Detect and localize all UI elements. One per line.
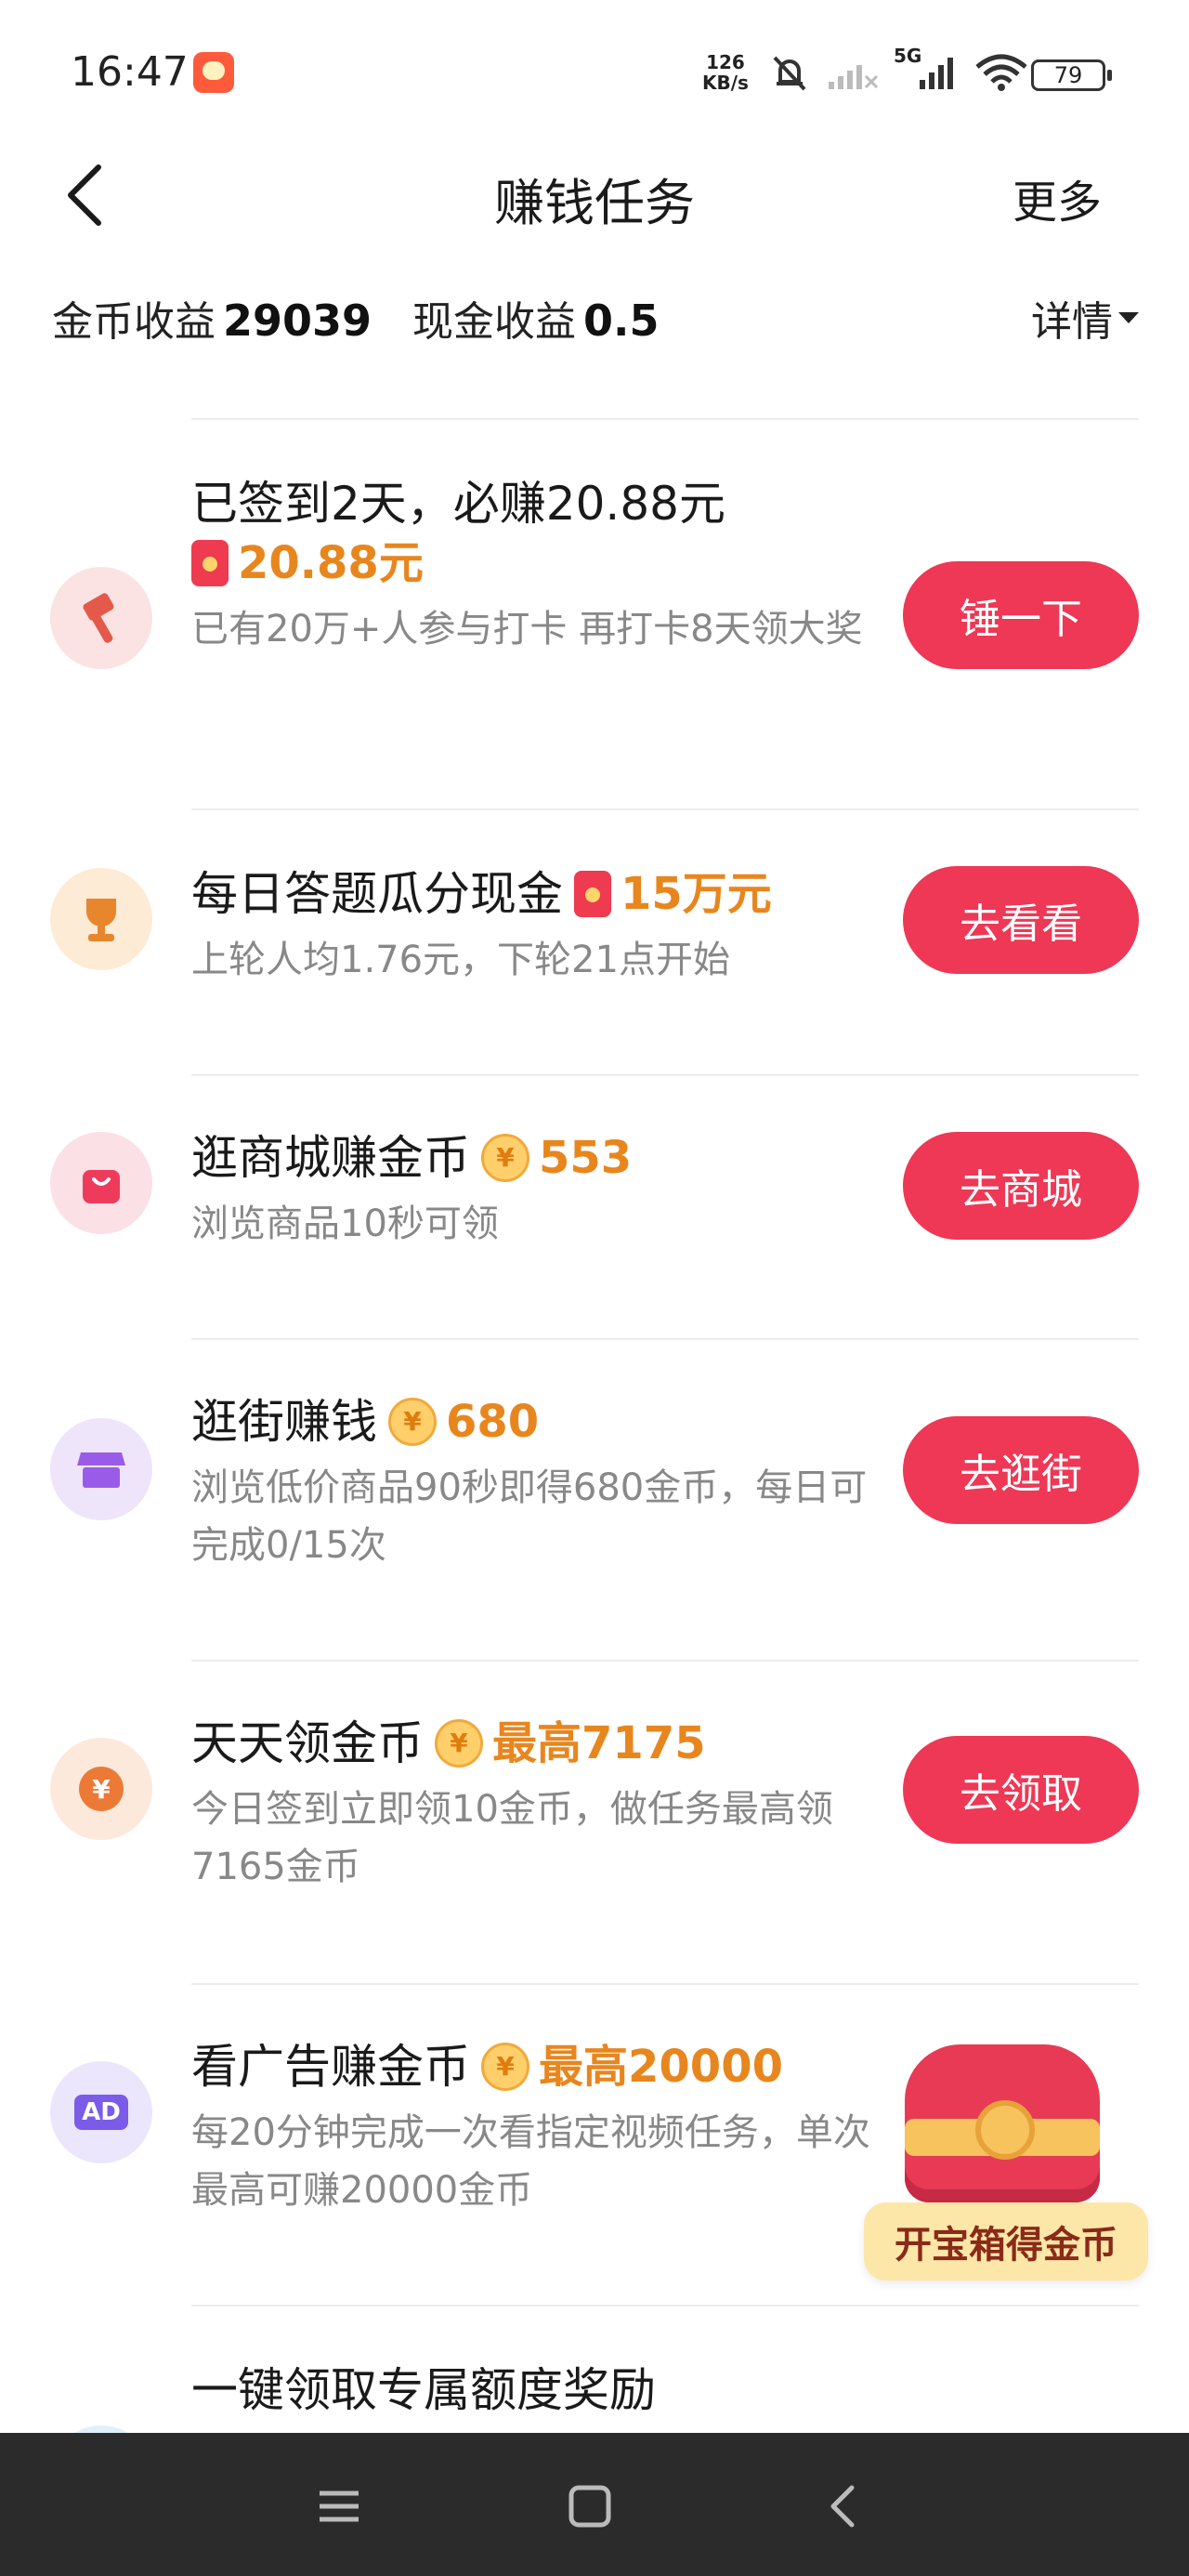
task-reward: 20.88元 (191, 533, 424, 593)
caret-down-icon (1118, 312, 1139, 323)
network-speed: 126 KB/s (702, 52, 749, 93)
divider (191, 808, 1139, 810)
system-nav-bar (0, 2433, 1189, 2576)
task-title: 逛街赚钱 (191, 1395, 377, 1449)
signal-sim2-icon: 5G (894, 45, 959, 93)
app-notification-icon (193, 52, 234, 93)
task-title: 天天领金币 (191, 1716, 424, 1770)
status-time: 16:47 (71, 48, 189, 96)
ad-icon-label: AD (74, 2095, 128, 2130)
svg-text:¥: ¥ (92, 1774, 111, 1805)
square-home-icon (568, 2485, 611, 2528)
coin-icon: ¥ (481, 1134, 529, 1182)
chest-lock (975, 2100, 1035, 2160)
task-reward-amount: 15万元 (621, 868, 772, 920)
go-mall-button[interactable]: 去商城 (903, 1132, 1139, 1240)
coin-icon: ¥ (435, 1719, 483, 1768)
task-reward-amount: 553 (539, 1132, 633, 1184)
trophy-icon (50, 868, 152, 970)
task-daily-quiz: 每日答题瓜分现金 15万元 上轮人均1.76元，下轮21点开始 去看看 (0, 864, 1189, 1050)
task-description: 今日签到立即领10金币，做任务最高领7165金币 (191, 1788, 833, 1888)
task-reward: 15万元 (574, 864, 772, 924)
coin-earnings-label: 金币收益 (52, 298, 216, 346)
divider (191, 1338, 1139, 1340)
yen-coin-icon: ¥ (50, 1738, 152, 1840)
treasure-chest-widget[interactable]: 开宝箱得金币 (864, 2035, 1161, 2286)
page-title: 赚钱任务 (494, 174, 695, 232)
task-title: 每日答题瓜分现金 (191, 867, 563, 921)
task-title: 逛商城赚金币 (191, 1131, 470, 1185)
more-button[interactable]: 更多 (1013, 165, 1102, 230)
go-stroll-button[interactable]: 去逛街 (903, 1416, 1139, 1524)
cash-earnings-value: 0.5 (583, 296, 660, 346)
battery-indicator: 79 (1031, 59, 1112, 91)
store-icon (50, 1418, 152, 1520)
task-description: 每20分钟完成一次看指定视频任务，单次最高可赚20000金币 (191, 2111, 870, 2212)
task-description: 浏览低价商品90秒即得680金币，每日可完成0/15次 (191, 1466, 868, 1567)
task-reward-amount: 最高7175 (492, 1717, 706, 1769)
red-packet-icon (574, 871, 611, 917)
hammer-icon (50, 567, 152, 669)
divider (191, 418, 1139, 420)
coin-earnings-value: 29039 (223, 296, 372, 346)
task-shopping-stroll: 逛街赚钱 ¥ 680 浏览低价商品90秒即得680金币，每日可完成0/15次 去… (0, 1392, 1189, 1652)
go-claim-button[interactable]: 去领取 (903, 1736, 1139, 1844)
task-title: 一键领取专属额度奖励 (191, 2363, 656, 2417)
coin-icon: ¥ (481, 2043, 529, 2091)
details-dropdown[interactable]: 详情 (1031, 288, 1139, 348)
task-mall: 逛商城赚金币 ¥ 553 浏览商品10秒可领 去商城 (0, 1128, 1189, 1314)
hammer-button[interactable]: 锤一下 (903, 561, 1139, 669)
task-description: 浏览商品10秒可领 (191, 1203, 499, 1245)
menu-button[interactable] (307, 2474, 372, 2539)
nav-back-button[interactable] (810, 2474, 875, 2539)
task-reward: ¥ 最高20000 (481, 2037, 783, 2096)
menu-icon (320, 2491, 359, 2522)
coin-icon: ¥ (388, 1398, 437, 1446)
task-checkin: 已签到2天，必赚20.88元 20.88元 已有20万+人参与打卡 再打卡8天领… (0, 474, 1189, 799)
treasure-chest-label: 开宝箱得金币 (864, 2202, 1148, 2280)
earnings-summary: 金币收益 29039 现金收益 0.5 详情 (52, 279, 1139, 353)
task-title: 已签到2天，必赚20.88元 (191, 477, 725, 531)
status-bar: 16:47 126 KB/s 5G 79 (0, 0, 1189, 130)
task-reward-amount: 20.88元 (238, 537, 424, 589)
task-reward-amount: 680 (446, 1396, 540, 1448)
task-reward: ¥ 最高7175 (435, 1714, 706, 1773)
page-header: 赚钱任务 更多 (0, 139, 1189, 251)
divider (191, 1983, 1139, 1985)
ad-icon: AD (50, 2061, 152, 2163)
network-speed-value: 126 (706, 51, 745, 73)
task-credit-reward: 一键领取专属额度奖励 (0, 2360, 1189, 2548)
divider (191, 1074, 1139, 1076)
task-daily-coins: ¥ 天天领金币 ¥ 最高7175 今日签到立即领10金币，做任务最高领7165金… (0, 1714, 1189, 1974)
task-description: 上轮人均1.76元，下轮21点开始 (191, 939, 730, 981)
details-label: 详情 (1031, 298, 1113, 346)
task-reward: ¥ 680 (388, 1392, 539, 1452)
status-icons: 5G (767, 45, 1029, 97)
divider (191, 2305, 1139, 2307)
back-arrow-icon (830, 2485, 855, 2528)
task-description: 已有20万+人参与打卡 再打卡8天领大奖 (191, 608, 863, 651)
divider (191, 1660, 1139, 1662)
red-packet-icon (191, 540, 229, 586)
cash-earnings-label: 现金收益 (412, 298, 577, 346)
go-look-button[interactable]: 去看看 (903, 866, 1139, 974)
task-reward: ¥ 553 (481, 1128, 632, 1188)
network-speed-unit: KB/s (702, 72, 749, 94)
shopping-bag-icon (50, 1132, 152, 1234)
task-title: 看广告赚金币 (191, 2040, 470, 2094)
signal-sim1-icon (829, 65, 879, 89)
wifi-icon (975, 54, 1027, 91)
home-button[interactable] (557, 2474, 622, 2539)
task-reward-amount: 最高20000 (539, 2041, 783, 2093)
bell-muted-icon (773, 56, 806, 91)
